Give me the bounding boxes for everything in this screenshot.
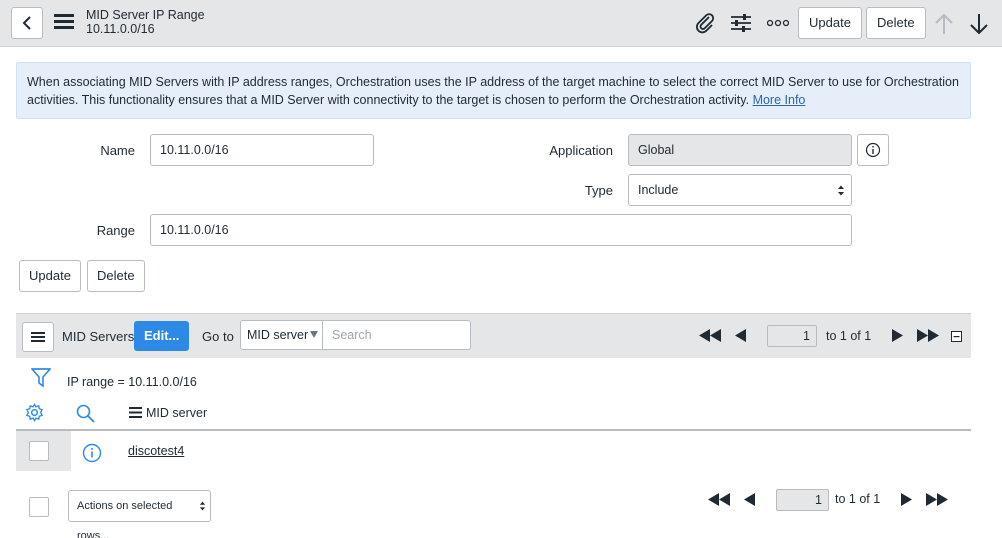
hamburger-icon [31,332,45,342]
previous-record-arrow-up-icon[interactable] [934,13,954,35]
personalize-form-icon[interactable] [730,12,752,34]
gear-icon[interactable] [25,403,44,422]
next-page-icon[interactable] [891,329,903,342]
next-record-arrow-down-icon[interactable] [969,13,989,35]
column-header-divider [16,429,971,431]
related-list-header: MID Servers Edit... Go to MID server Sea… [16,313,971,358]
bottom-page-number-input[interactable]: 1 [776,489,829,511]
application-info-button[interactable] [857,134,889,166]
filter-icon[interactable] [31,367,51,389]
goto-label: Go to [202,329,234,344]
related-list-title: MID Servers [62,329,135,344]
range-field[interactable]: 10.11.0.0/16 [150,214,852,246]
first-page-icon[interactable] [698,329,722,342]
mid-server-link[interactable]: discotest4 [128,444,184,458]
select-arrows-icon [199,500,206,512]
type-select[interactable]: Include [628,174,852,206]
edit-button[interactable]: Edit... [134,321,190,351]
bottom-previous-page-icon[interactable] [744,493,756,506]
back-button[interactable] [11,7,43,39]
preview-record-info-icon[interactable] [82,443,102,463]
form-header: MID Server IP Range 10.11.0.0/16 Update … [0,0,1002,47]
more-options-icon[interactable] [767,19,789,27]
goto-field-value: MID server [247,328,309,342]
bottom-first-page-icon[interactable] [707,493,731,506]
actions-select-value: Actions on selected rows... [77,500,173,538]
column-header-mid-server[interactable]: MID server [146,406,207,420]
bottom-next-page-icon[interactable] [900,493,912,506]
info-message: When associating MID Servers with IP add… [16,62,971,119]
context-menu-icon[interactable] [54,12,74,30]
record-type-title: MID Server IP Range [86,8,205,22]
list-search-input[interactable]: Search [322,320,471,350]
info-icon [865,142,881,158]
goto-field-select[interactable]: MID server [240,320,323,350]
form-delete-button[interactable]: Delete [87,260,145,292]
search-icon[interactable] [76,404,95,423]
record-display-value: 10.11.0.0/16 [86,22,155,36]
dropdown-triangle-icon [310,331,318,338]
select-all-checkbox[interactable] [29,497,49,517]
select-arrows-icon [837,184,845,197]
page-title: MID Server IP Range 10.11.0.0/16 [86,8,205,36]
application-field: Global [628,134,852,166]
row-checkbox[interactable] [29,441,49,461]
form-update-button[interactable]: Update [19,260,81,292]
header-delete-button[interactable]: Delete [866,7,926,39]
type-selected-value: Include [638,183,679,197]
more-info-link[interactable]: More Info [753,93,806,107]
info-message-text: When associating MID Servers with IP add… [27,75,959,107]
bottom-page-total-text: to 1 of 1 [835,492,881,506]
filter-breadcrumb[interactable]: IP range = 10.11.0.0/16 [67,375,197,389]
paperclip-icon[interactable] [694,12,716,34]
column-menu-icon[interactable] [129,407,142,418]
header-update-button[interactable]: Update [798,7,862,39]
page-number-input[interactable]: 1 [767,325,817,347]
list-context-menu-button[interactable] [22,322,54,352]
range-label: Range [96,223,135,238]
bottom-last-page-icon[interactable] [925,493,949,506]
name-label: Name [100,143,135,158]
collapse-list-icon[interactable] [951,331,962,342]
type-label: Type [584,183,613,198]
name-field[interactable]: 10.11.0.0/16 [150,134,374,166]
application-label: Application [549,143,613,158]
last-page-icon[interactable] [916,329,940,342]
actions-on-selected-rows-select[interactable]: Actions on selected rows... [68,490,211,538]
previous-page-icon[interactable] [735,329,747,342]
page-total-text: to 1 of 1 [826,329,872,343]
chevron-left-icon [22,16,31,30]
